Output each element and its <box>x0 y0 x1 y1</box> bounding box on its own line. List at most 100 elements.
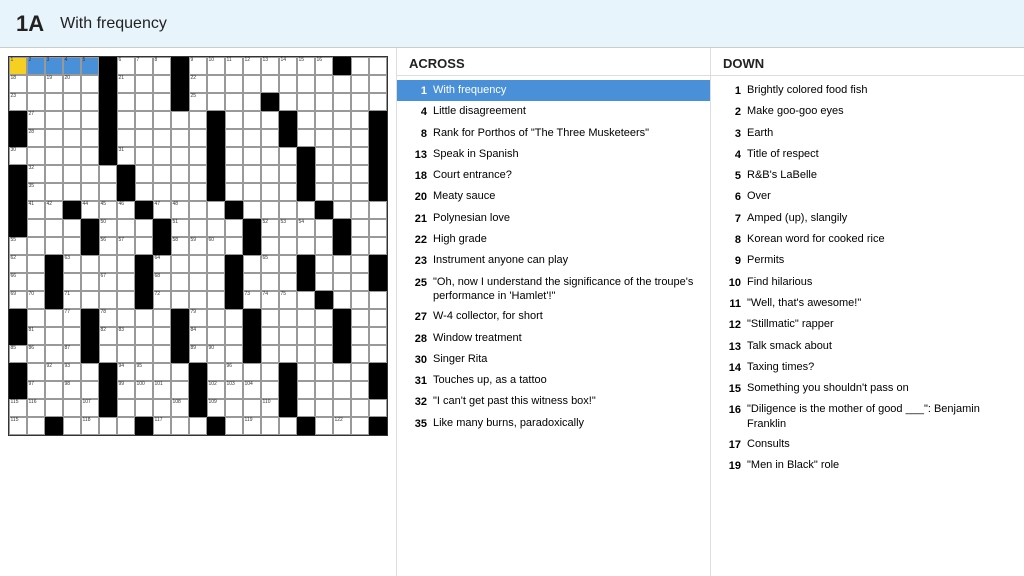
grid-cell[interactable] <box>171 345 189 363</box>
grid-cell[interactable] <box>153 93 171 111</box>
down-clue-item[interactable]: 4Title of respect <box>711 144 1024 165</box>
grid-cell[interactable] <box>63 147 81 165</box>
grid-cell[interactable] <box>27 255 45 273</box>
grid-cell[interactable] <box>99 417 117 435</box>
grid-cell[interactable] <box>9 219 27 237</box>
grid-cell[interactable] <box>135 273 153 291</box>
grid-cell[interactable] <box>81 93 99 111</box>
grid-cell[interactable] <box>333 93 351 111</box>
grid-cell[interactable] <box>369 75 387 93</box>
grid-cell[interactable]: 87 <box>63 345 81 363</box>
grid-cell[interactable] <box>117 291 135 309</box>
grid-cell[interactable] <box>315 183 333 201</box>
grid-cell[interactable] <box>99 57 117 75</box>
grid-cell[interactable] <box>333 327 351 345</box>
grid-cell[interactable] <box>45 381 63 399</box>
grid-cell[interactable]: 69 <box>9 291 27 309</box>
grid-cell[interactable]: 54 <box>297 219 315 237</box>
grid-cell[interactable] <box>189 363 207 381</box>
grid-cell[interactable] <box>171 75 189 93</box>
grid-cell[interactable] <box>117 111 135 129</box>
grid-cell[interactable] <box>81 255 99 273</box>
grid-cell[interactable]: 104 <box>243 381 261 399</box>
grid-cell[interactable] <box>99 129 117 147</box>
grid-cell[interactable]: 116 <box>27 399 45 417</box>
grid-cell[interactable]: 97 <box>27 381 45 399</box>
grid-cell[interactable]: 9 <box>189 57 207 75</box>
grid-cell[interactable] <box>153 147 171 165</box>
grid-cell[interactable] <box>351 417 369 435</box>
down-clue-item[interactable]: 13Talk smack about <box>711 336 1024 357</box>
grid-cell[interactable] <box>351 111 369 129</box>
grid-cell[interactable] <box>279 381 297 399</box>
down-clue-item[interactable]: 19"Men in Black" role <box>711 455 1024 476</box>
grid-cell[interactable] <box>297 345 315 363</box>
grid-cell[interactable]: 12 <box>243 57 261 75</box>
grid-cell[interactable] <box>153 183 171 201</box>
grid-cell[interactable] <box>225 255 243 273</box>
grid-cell[interactable] <box>45 183 63 201</box>
grid-cell[interactable] <box>297 417 315 435</box>
grid-cell[interactable]: 23 <box>9 93 27 111</box>
grid-cell[interactable] <box>171 147 189 165</box>
grid-cell[interactable] <box>351 363 369 381</box>
grid-cell[interactable] <box>225 147 243 165</box>
grid-cell[interactable] <box>279 255 297 273</box>
grid-cell[interactable] <box>243 219 261 237</box>
grid-cell[interactable] <box>171 57 189 75</box>
grid-cell[interactable] <box>315 255 333 273</box>
grid-cell[interactable] <box>81 345 99 363</box>
grid-cell[interactable]: 8 <box>153 57 171 75</box>
grid-cell[interactable]: 115 <box>9 417 27 435</box>
grid-cell[interactable]: 115 <box>9 399 27 417</box>
grid-cell[interactable]: 46 <box>117 201 135 219</box>
grid-cell[interactable]: 57 <box>117 237 135 255</box>
grid-cell[interactable] <box>333 291 351 309</box>
grid-cell[interactable] <box>261 327 279 345</box>
grid-cell[interactable] <box>153 129 171 147</box>
down-clue-item[interactable]: 15Something you shouldn't pass on <box>711 378 1024 399</box>
grid-cell[interactable] <box>171 363 189 381</box>
grid-cell[interactable]: 14 <box>279 57 297 75</box>
grid-cell[interactable]: 122 <box>333 417 351 435</box>
grid-cell[interactable]: 85 <box>9 345 27 363</box>
grid-cell[interactable] <box>369 363 387 381</box>
grid-cell[interactable] <box>207 75 225 93</box>
grid-cell[interactable] <box>243 255 261 273</box>
grid-cell[interactable] <box>279 327 297 345</box>
grid-cell[interactable]: 71 <box>63 291 81 309</box>
grid-cell[interactable]: 89 <box>189 345 207 363</box>
grid-cell[interactable] <box>243 273 261 291</box>
grid-cell[interactable] <box>9 165 27 183</box>
grid-cell[interactable] <box>351 309 369 327</box>
grid-cell[interactable] <box>351 399 369 417</box>
grid-cell[interactable]: 92 <box>45 363 63 381</box>
down-clue-item[interactable]: 16"Diligence is the mother of good ___":… <box>711 399 1024 434</box>
grid-cell[interactable] <box>9 201 27 219</box>
grid-cell[interactable] <box>315 147 333 165</box>
grid-cell[interactable] <box>315 93 333 111</box>
grid-cell[interactable]: 18 <box>9 75 27 93</box>
grid-cell[interactable] <box>171 309 189 327</box>
grid-cell[interactable] <box>207 273 225 291</box>
grid-cell[interactable] <box>9 363 27 381</box>
grid-cell[interactable] <box>117 255 135 273</box>
grid-cell[interactable] <box>369 183 387 201</box>
grid-cell[interactable] <box>153 111 171 129</box>
across-clue-list[interactable]: 1With frequency4Little disagreement8Rank… <box>397 76 710 576</box>
grid-cell[interactable] <box>333 363 351 381</box>
grid-cell[interactable] <box>9 309 27 327</box>
grid-cell[interactable] <box>27 93 45 111</box>
grid-cell[interactable] <box>297 183 315 201</box>
grid-cell[interactable] <box>207 93 225 111</box>
grid-cell[interactable] <box>45 219 63 237</box>
grid-cell[interactable] <box>369 417 387 435</box>
grid-cell[interactable]: 32 <box>27 165 45 183</box>
grid-cell[interactable] <box>135 147 153 165</box>
grid-cell[interactable] <box>297 147 315 165</box>
down-clue-item[interactable]: 14Taxing times? <box>711 357 1024 378</box>
grid-cell[interactable] <box>243 399 261 417</box>
grid-cell[interactable] <box>81 381 99 399</box>
grid-cell[interactable]: 103 <box>225 381 243 399</box>
grid-cell[interactable]: 101 <box>153 381 171 399</box>
